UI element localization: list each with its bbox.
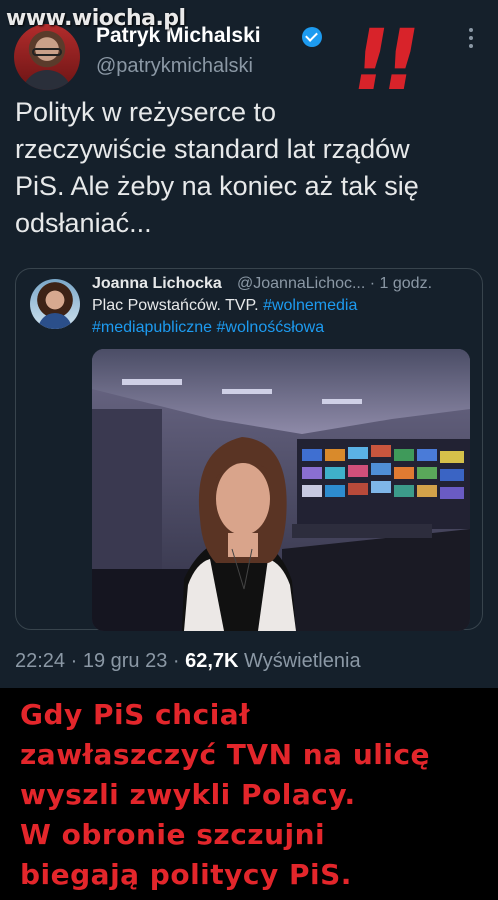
tweet-screenshot: www.wiocha.pl Patryk Michalski @patrykmi…	[0, 0, 498, 688]
tweet-text-line: rzeczywiście standard lat rządów	[15, 134, 410, 164]
tweet-text: Polityk w reżyserce to rzeczywiście stan…	[15, 94, 485, 242]
views-label: Wyświetlenia	[238, 650, 361, 672]
quoted-avatar-body	[38, 313, 72, 329]
caption-line: wyszli zwykli Polacy.	[20, 778, 356, 811]
watermark: www.wiocha.pl	[6, 6, 186, 31]
caption-line: W obronie szczujni	[20, 818, 326, 851]
quoted-text: Plac Powstańców. TVP. #wolnemedia	[92, 297, 357, 315]
quoted-author-avatar[interactable]	[30, 279, 80, 329]
quoted-photo[interactable]	[92, 349, 470, 631]
hashtag-link[interactable]: #mediapubliczne #wolnośćsłowa	[92, 319, 324, 337]
verified-badge-icon	[302, 27, 322, 47]
exclamation-marks: !!	[343, 11, 422, 109]
hashtag-link[interactable]: #wolnemedia	[263, 297, 357, 314]
caption-line: Gdy PiS chciał	[20, 698, 251, 731]
tweet-footer: 22:24 · 19 gru 23 · 62,7K Wyświetlenia	[15, 650, 361, 673]
tweet-text-line: PiS. Ale żeby na koniec aż tak się	[15, 171, 419, 201]
avatar-glasses	[32, 48, 62, 56]
tweet-text-line: Polityk w reżyserce to	[15, 97, 277, 127]
tweet-text-line: odsłaniać...	[15, 208, 152, 238]
quoted-text-plain: Plac Powstańców. TVP.	[92, 297, 264, 314]
views-count: 62,7K	[185, 650, 239, 672]
tweet-timestamp[interactable]: 22:24 · 19 gru 23 ·	[15, 650, 185, 672]
more-options-icon[interactable]	[468, 28, 474, 50]
avatar-body	[22, 70, 72, 90]
caption-line: biegają politycy PiS.	[20, 858, 352, 891]
meme-caption: Gdy PiS chciał zawłaszczyć TVN na ulicę …	[0, 688, 498, 900]
quoted-handle-time: @JoannaLichoc... · 1 godz.	[237, 275, 433, 292]
author-handle[interactable]: @patrykmichalski	[96, 55, 253, 78]
quoted-tweet[interactable]: Joanna Lichocka @JoannaLichoc... · 1 god…	[15, 268, 483, 631]
quoted-author-name[interactable]: Joanna Lichocka	[92, 275, 222, 293]
author-avatar[interactable]	[14, 24, 80, 90]
caption-line: zawłaszczyć TVN na ulicę	[20, 738, 431, 771]
control-room-photo	[92, 349, 470, 631]
